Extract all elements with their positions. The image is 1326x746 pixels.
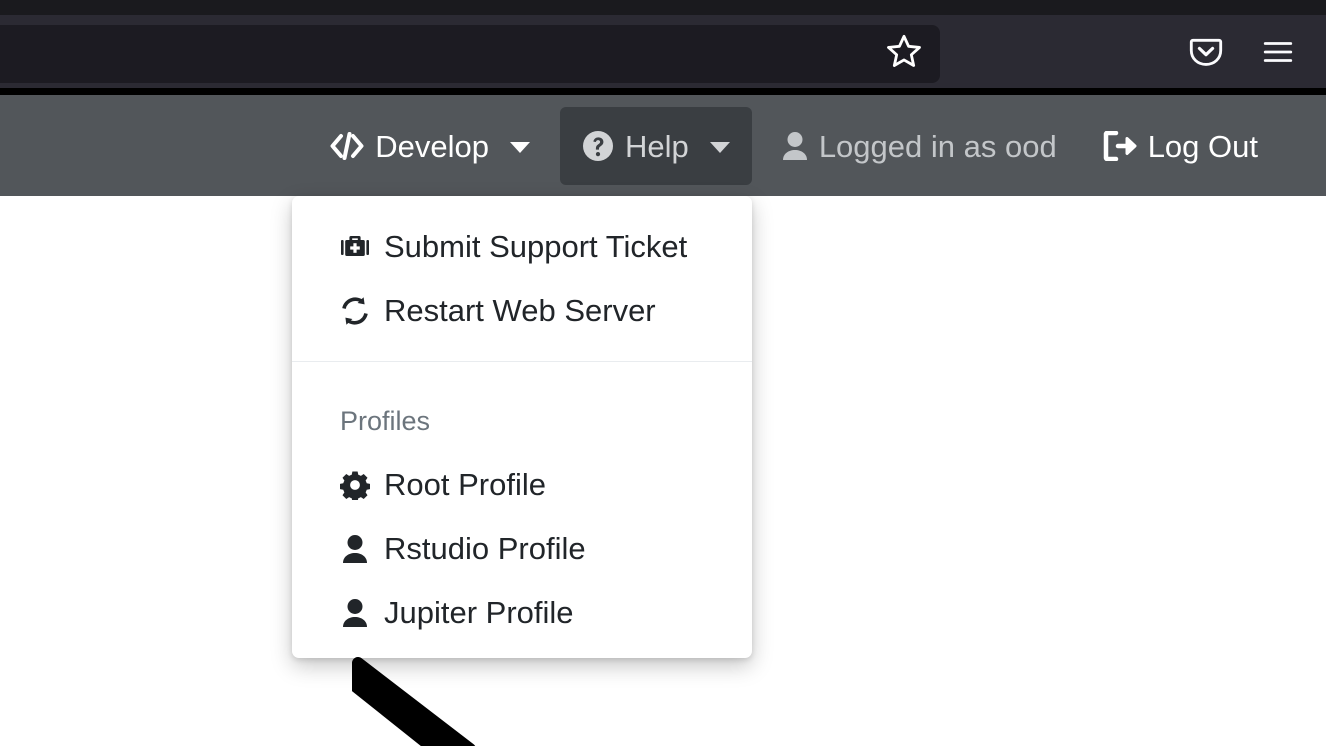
dropdown-item-label: Restart Web Server: [384, 293, 656, 329]
nav-item-develop-label: Develop: [375, 131, 489, 162]
dropdown-item-submit-support-ticket[interactable]: Submit Support Ticket: [292, 215, 752, 279]
dropdown-item-jupiter-profile[interactable]: Jupiter Profile: [292, 581, 752, 645]
user-icon: [782, 131, 808, 161]
hamburger-menu-icon[interactable]: [1254, 28, 1302, 76]
user-icon: [340, 534, 370, 564]
navbar-items: Develop Help: [314, 95, 1274, 196]
dropdown-item-label: Submit Support Ticket: [384, 229, 687, 265]
dropdown-item-root-profile[interactable]: Root Profile: [292, 453, 752, 517]
sign-out-icon: [1103, 131, 1137, 161]
gear-icon: [340, 470, 370, 500]
mouse-cursor: [352, 657, 482, 746]
dropdown-item-label: Root Profile: [384, 467, 546, 503]
dropdown-section-profiles: Profiles Root Profile Rstudio: [292, 362, 752, 645]
app-navbar: Develop Help: [0, 95, 1326, 196]
nav-item-log-out[interactable]: Log Out: [1087, 117, 1274, 174]
dropdown-section-header: Profiles: [292, 389, 752, 453]
browser-chrome: [0, 0, 1326, 95]
dropdown-item-label: Rstudio Profile: [384, 531, 586, 567]
user-icon: [340, 598, 370, 628]
chrome-bottom-separator: [0, 88, 1326, 95]
dropdown-section-actions: Submit Support Ticket Restart Web Server: [292, 196, 752, 343]
pocket-icon[interactable]: [1182, 28, 1230, 76]
sync-icon: [340, 296, 370, 326]
screen: Develop Help: [0, 0, 1326, 746]
help-dropdown-menu: Submit Support Ticket Restart Web Server…: [292, 196, 752, 658]
nav-item-log-out-label: Log Out: [1148, 131, 1258, 162]
browser-tab-strip: [0, 0, 1326, 15]
chevron-down-icon: [710, 142, 730, 153]
dropdown-item-label: Jupiter Profile: [384, 595, 574, 631]
nav-item-logged-in-user-label: Logged in as ood: [819, 131, 1057, 162]
chevron-down-icon: [510, 142, 530, 153]
dropdown-item-rstudio-profile[interactable]: Rstudio Profile: [292, 517, 752, 581]
nav-item-help[interactable]: Help: [560, 107, 752, 185]
url-address-bar[interactable]: [0, 25, 940, 83]
star-icon[interactable]: [880, 28, 928, 76]
nav-item-logged-in-user: Logged in as ood: [766, 117, 1073, 174]
dropdown-item-restart-web-server[interactable]: Restart Web Server: [292, 279, 752, 343]
question-circle-icon: [582, 130, 614, 162]
code-icon: [330, 131, 364, 161]
nav-item-develop[interactable]: Develop: [314, 117, 546, 174]
first-aid-kit-icon: [340, 232, 370, 262]
nav-item-help-label: Help: [625, 131, 689, 162]
